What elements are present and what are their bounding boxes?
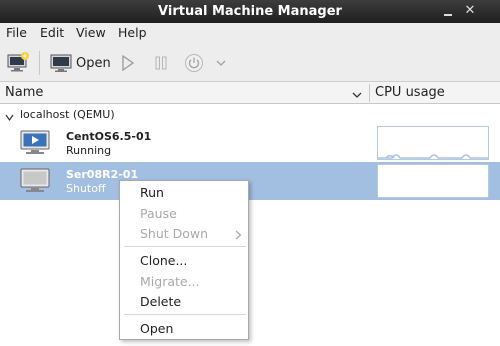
menu-item-pause[interactable]: Pause bbox=[140, 206, 177, 221]
vm-row[interactable]: CentOS6.5-01 Running bbox=[0, 124, 500, 162]
toolbar: Open bbox=[0, 43, 500, 82]
monitor-icon bbox=[50, 54, 72, 72]
expander-arrow-icon[interactable] bbox=[5, 111, 14, 125]
menu-edit[interactable]: Edit bbox=[40, 25, 64, 40]
window-title: Virtual Machine Manager bbox=[158, 4, 342, 19]
vm-running-icon bbox=[20, 130, 50, 159]
vm-shutoff-icon bbox=[20, 168, 50, 197]
vm-status: Running bbox=[66, 144, 112, 157]
play-icon bbox=[122, 54, 135, 72]
shutdown-dropdown[interactable] bbox=[216, 56, 226, 70]
sort-chevron-icon[interactable] bbox=[352, 88, 362, 102]
pause-icon bbox=[155, 56, 167, 70]
open-button[interactable]: Open bbox=[50, 50, 111, 76]
menu-item-clone[interactable]: Clone... bbox=[140, 253, 187, 268]
submenu-arrow-icon bbox=[235, 229, 242, 243]
new-vm-icon bbox=[7, 52, 29, 72]
vm-status: Shutoff bbox=[66, 182, 106, 195]
vm-row-selected[interactable]: Ser08R2-01 Shutoff bbox=[0, 162, 500, 200]
column-header-cpu[interactable]: CPU usage bbox=[375, 85, 445, 100]
pause-button[interactable] bbox=[155, 56, 167, 73]
chevron-down-icon bbox=[216, 60, 226, 66]
menu-item-run[interactable]: Run bbox=[140, 185, 164, 200]
menu-separator bbox=[124, 314, 246, 315]
vm-name: CentOS6.5-01 bbox=[66, 130, 152, 143]
menu-separator bbox=[124, 246, 246, 247]
column-divider[interactable] bbox=[369, 84, 370, 102]
menu-item-migrate[interactable]: Migrate... bbox=[140, 274, 200, 289]
new-vm-button[interactable] bbox=[6, 51, 30, 73]
open-label: Open bbox=[76, 55, 111, 71]
window-titlebar: Virtual Machine Manager ✕ bbox=[0, 0, 500, 23]
shutdown-button[interactable] bbox=[184, 53, 204, 76]
connection-row[interactable]: localhost (QEMU) bbox=[0, 106, 500, 124]
menu-item-shut-down[interactable]: Shut Down bbox=[140, 226, 208, 241]
run-button[interactable] bbox=[121, 54, 135, 74]
power-icon bbox=[185, 54, 203, 72]
toolbar-separator bbox=[39, 51, 40, 75]
context-menu: Run Pause Shut Down Clone... Migrate... … bbox=[119, 180, 249, 340]
menu-view[interactable]: View bbox=[76, 25, 106, 40]
menu-item-open[interactable]: Open bbox=[140, 321, 173, 336]
cpu-usage-graph bbox=[377, 126, 489, 160]
menu-item-delete[interactable]: Delete bbox=[140, 294, 181, 309]
connection-label: localhost (QEMU) bbox=[20, 108, 115, 121]
menubar: File Edit View Help bbox=[0, 23, 500, 43]
list-header: Name CPU usage bbox=[0, 82, 500, 104]
menu-file[interactable]: File bbox=[6, 25, 27, 40]
close-button[interactable]: ✕ bbox=[463, 4, 477, 18]
column-header-name[interactable]: Name bbox=[5, 85, 43, 100]
minimize-button[interactable] bbox=[441, 4, 455, 18]
menu-help[interactable]: Help bbox=[118, 25, 147, 40]
cpu-usage-graph bbox=[377, 164, 489, 198]
